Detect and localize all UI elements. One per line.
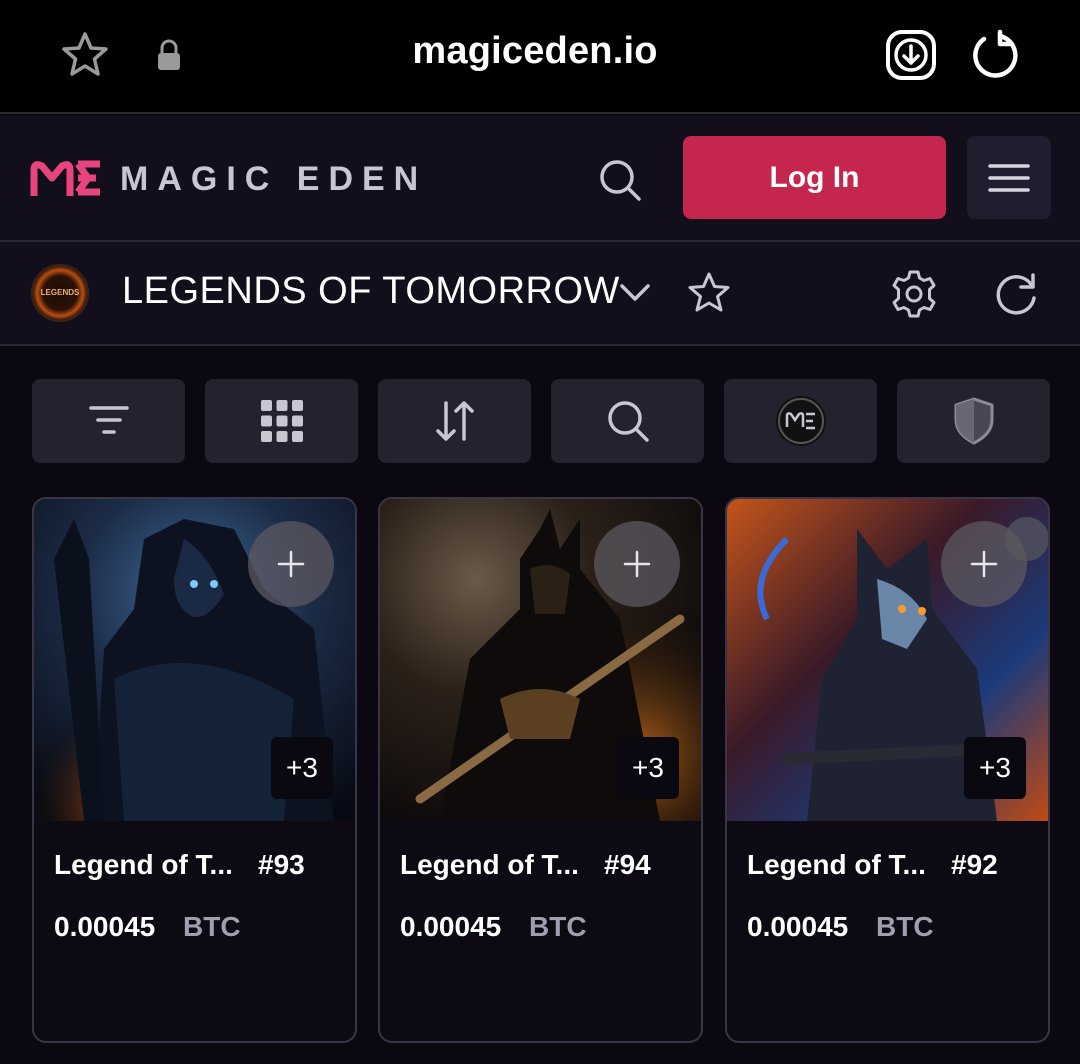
extra-items-badge: +3 — [271, 737, 333, 799]
nft-number: #93 — [258, 849, 305, 880]
shield-icon — [954, 397, 993, 445]
logo-text[interactable]: MAGIC EDEN — [120, 160, 427, 199]
collection-bar: LEGENDS LEGENDS OF TOMORROW — [0, 242, 1080, 346]
gear-icon[interactable] — [888, 268, 940, 320]
extra-items-badge: +3 — [617, 737, 679, 799]
favorite-star-icon[interactable] — [686, 270, 732, 316]
nft-price: 0.00045 — [747, 911, 849, 942]
login-button[interactable]: Log In — [683, 136, 946, 219]
add-to-cart-button[interactable] — [594, 521, 680, 607]
nft-card[interactable]: +3 Legend of T... #93 0.00045 BTC — [32, 497, 357, 1043]
add-to-cart-button[interactable] — [248, 521, 334, 607]
extra-items-badge: +3 — [964, 737, 1026, 799]
sort-icon — [435, 401, 474, 441]
nft-name: Legend of T... — [747, 849, 926, 880]
plus-icon — [970, 550, 998, 578]
filter-icon — [88, 406, 129, 434]
reload-icon[interactable] — [968, 28, 1022, 82]
search-icon[interactable] — [596, 156, 644, 204]
nft-number: #92 — [951, 849, 998, 880]
bookmark-star-icon[interactable] — [58, 28, 112, 82]
refresh-icon[interactable] — [990, 268, 1042, 320]
hamburger-icon — [988, 163, 1030, 192]
nft-currency: BTC — [876, 911, 934, 942]
nft-currency: BTC — [529, 911, 587, 942]
site-header: MAGIC EDEN Log In — [0, 116, 1080, 242]
download-icon[interactable] — [884, 28, 938, 82]
plus-icon — [623, 550, 651, 578]
nft-card[interactable]: +3 Legend of T... #92 0.00045 BTC — [725, 497, 1050, 1043]
me-coin-button[interactable] — [724, 379, 877, 463]
collection-avatar[interactable]: LEGENDS — [31, 264, 89, 322]
search-button[interactable] — [551, 379, 704, 463]
nft-currency: BTC — [183, 911, 241, 942]
menu-button[interactable] — [967, 136, 1051, 219]
lock-icon — [158, 39, 180, 70]
filter-button[interactable] — [32, 379, 185, 463]
nft-price: 0.00045 — [54, 911, 156, 942]
url-text[interactable]: magiceden.io — [340, 30, 730, 73]
collection-avatar-text: LEGENDS — [40, 288, 80, 297]
search-icon — [607, 401, 649, 442]
collection-name[interactable]: LEGENDS OF TOMORROW — [122, 270, 620, 313]
grid-view-button[interactable] — [205, 379, 358, 463]
nft-number: #94 — [604, 849, 651, 880]
nft-name: Legend of T... — [400, 849, 579, 880]
nft-name: Legend of T... — [54, 849, 233, 880]
chevron-down-icon[interactable] — [617, 278, 653, 306]
magic-eden-logo-icon[interactable] — [30, 156, 104, 200]
nft-price: 0.00045 — [400, 911, 502, 942]
sort-button[interactable] — [378, 379, 531, 463]
verified-filter-button[interactable] — [897, 379, 1050, 463]
nft-card[interactable]: +3 Legend of T... #94 0.00045 BTC — [378, 497, 703, 1043]
toolbar — [32, 379, 1050, 463]
plus-icon — [277, 550, 305, 578]
me-coin-icon — [775, 396, 826, 446]
grid-icon — [260, 400, 303, 442]
add-to-cart-button[interactable] — [941, 521, 1027, 607]
browser-bar: magiceden.io — [0, 0, 1080, 114]
